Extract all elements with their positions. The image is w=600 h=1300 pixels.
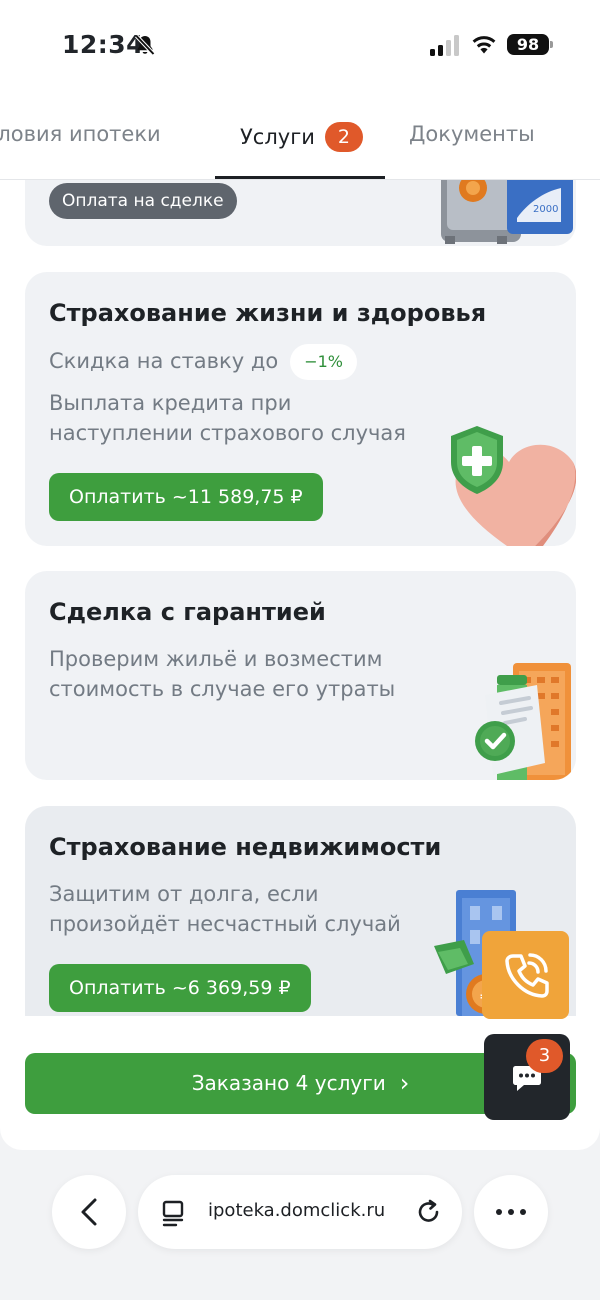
status-bar: 12:34 98 <box>0 0 600 90</box>
back-button[interactable] <box>52 1175 126 1249</box>
service-card-partial[interactable]: Оплата на сделке 2000 <box>25 180 576 246</box>
service-card-deal-guarantee[interactable]: Сделка с гарантией Проверим жильё и возм… <box>25 571 576 780</box>
tab-mortgage-terms[interactable]: Условия ипотеки <box>0 122 161 146</box>
heart-shield-illustration <box>451 426 576 546</box>
clock: 12:34 <box>62 30 145 59</box>
browser-toolbar: ipoteka.domclick.ru <box>0 1150 600 1300</box>
services-list[interactable]: Оплата на сделке 2000 Страхование жизни … <box>0 180 600 1020</box>
tab-services-label: Услуги <box>240 125 315 149</box>
card-title: Сделка с гарантией <box>49 598 326 626</box>
wifi-icon <box>472 36 496 54</box>
card-description: Защитим от долга, если произойдёт несчас… <box>49 882 401 936</box>
service-card-life-insurance[interactable]: Страхование жизни и здоровья Скидка на с… <box>25 272 576 546</box>
active-tab-indicator <box>215 176 385 179</box>
cellular-signal-icon <box>430 35 459 56</box>
building-document-illustration <box>475 663 571 780</box>
chevron-left-icon <box>81 1198 97 1226</box>
reload-icon[interactable] <box>415 1198 443 1226</box>
chat-unread-badge: 3 <box>526 1039 563 1073</box>
bell-muted-icon <box>135 34 155 56</box>
more-options-button[interactable] <box>474 1175 548 1249</box>
ordered-services-label: Заказано 4 услуги <box>191 1071 386 1095</box>
card-title: Страхование недвижимости <box>49 833 442 861</box>
chevron-right-icon: › <box>399 1069 410 1097</box>
card-title: Страхование жизни и здоровья <box>49 299 487 327</box>
page-menu-icon <box>162 1200 184 1227</box>
phone-icon <box>504 953 549 998</box>
tab-bar: Условия ипотеки Услуги 2 Документы <box>0 90 600 180</box>
battery-indicator: 98 <box>507 34 553 55</box>
pay-property-insurance-button[interactable]: Оплатить ~6 369,59 ₽ <box>49 964 311 1012</box>
card-description: Проверим жильё и возместим стоимость в с… <box>49 647 396 701</box>
safe-illustration: 2000 <box>441 180 573 244</box>
discount-label: Скидка на ставку до <box>49 349 279 373</box>
discount-badge: −1% <box>290 344 357 380</box>
call-button[interactable] <box>482 931 569 1019</box>
tab-services[interactable]: Услуги 2 <box>240 122 363 152</box>
pay-life-insurance-button[interactable]: Оплатить ~11 589,75 ₽ <box>49 473 323 521</box>
tab-documents[interactable]: Документы <box>409 122 535 146</box>
more-dots-icon <box>496 1209 526 1215</box>
tab-services-badge: 2 <box>324 122 363 152</box>
svg-text:2000: 2000 <box>533 204 558 215</box>
discount-row: Скидка на ставку до −1% <box>49 344 357 380</box>
card-description: Выплата кредита при наступлении страхово… <box>49 391 406 445</box>
payment-at-deal-badge: Оплата на сделке <box>49 183 237 219</box>
url-text: ipoteka.domclick.ru <box>208 1200 386 1221</box>
address-bar[interactable]: ipoteka.domclick.ru <box>138 1175 462 1249</box>
